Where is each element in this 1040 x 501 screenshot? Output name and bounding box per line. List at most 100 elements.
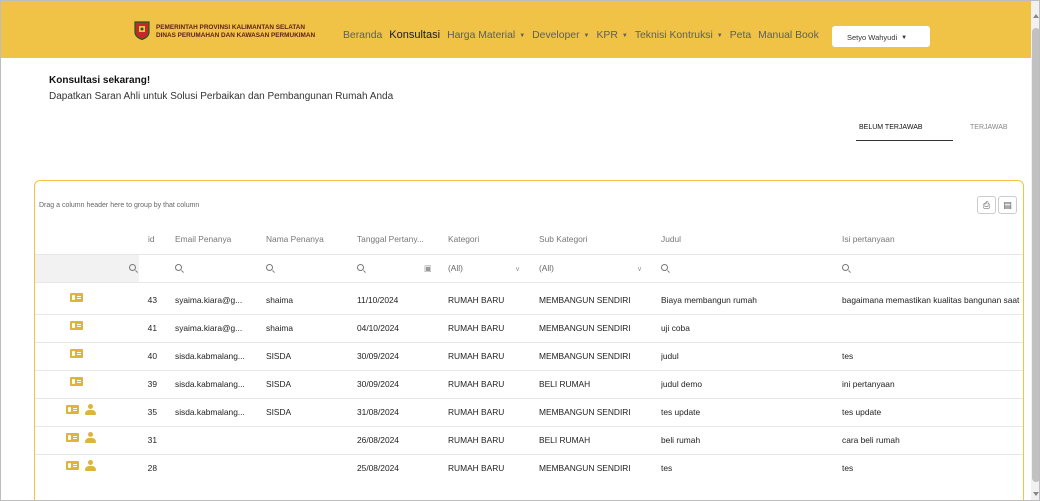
cell-judul: Biaya membangun rumah — [661, 295, 757, 305]
cell-id: 35 — [147, 407, 157, 417]
contact-card-icon[interactable] — [66, 433, 79, 442]
chevron-down-icon: ∨ — [637, 266, 643, 273]
menu-harga-material-label: Harga Material — [447, 30, 516, 41]
cell-judul: judul — [661, 351, 679, 361]
filter-subkategori-value: (All) — [539, 263, 554, 273]
menu-developer[interactable]: Developer ▼ — [532, 30, 589, 41]
menu-peta[interactable]: Peta — [730, 30, 751, 41]
menu-konsultasi[interactable]: Konsultasi — [389, 29, 440, 41]
tab-terjawab[interactable]: TERJAWAB — [970, 124, 1008, 131]
cell-isi: ini pertanyaan — [842, 379, 895, 389]
contact-card-icon[interactable] — [70, 293, 83, 302]
column-chooser-icon[interactable]: ▤ — [998, 196, 1017, 214]
contact-card-icon[interactable] — [70, 321, 83, 330]
col-header-id[interactable]: id — [148, 234, 155, 244]
search-icon — [129, 264, 136, 271]
cell-nama: SISDA — [266, 351, 292, 361]
cell-tanggal: 26/08/2024 — [357, 435, 399, 445]
table-row[interactable]: 35 sisda.kabmalang... SISDA 31/08/2024 RUMAH… — [35, 398, 1023, 426]
cell-sub: MEMBANGUN SENDIRI — [539, 407, 631, 417]
cell-judul: judul demo — [661, 379, 702, 389]
contact-card-icon[interactable] — [66, 405, 79, 414]
col-header-subkategori[interactable]: Sub Kategori — [539, 234, 587, 244]
brand-text[interactable]: PEMERINTAH PROVINSI KALIMANTAN SELATAN D… — [156, 24, 315, 40]
cell-isi: tes — [842, 351, 854, 361]
cell-nama: shaima — [266, 323, 293, 333]
cell-tanggal: 25/08/2024 — [357, 463, 399, 473]
filter-tanggal[interactable] — [357, 255, 364, 282]
cell-judul: tes — [661, 463, 673, 473]
cell-kategori: RUMAH BARU — [448, 323, 505, 333]
table-row[interactable]: 31 26/08/2024 RUMAH BARU BELI RUMAH beli rum… — [35, 426, 1023, 454]
cell-isi: tes — [842, 463, 854, 473]
filter-kategori-dropdown[interactable]: ∨ — [515, 255, 520, 282]
cell-kategori: RUMAH BARU — [448, 407, 505, 417]
filter-isi[interactable] — [842, 255, 849, 282]
page-scrollbar[interactable] — [1031, 1, 1039, 500]
menu-manual-book[interactable]: Manual Book — [758, 30, 819, 41]
col-header-judul[interactable]: Judul — [661, 234, 681, 244]
filter-id[interactable] — [129, 255, 136, 282]
filter-kategori-value: (All) — [448, 263, 463, 273]
cell-kategori: RUMAH BARU — [448, 463, 505, 473]
caret-down-icon: ▼ — [621, 33, 628, 39]
chevron-down-icon: ∨ — [515, 266, 521, 273]
search-icon — [357, 264, 364, 271]
person-icon[interactable] — [85, 404, 96, 415]
calendar-icon[interactable]: ▣ — [424, 255, 432, 282]
caret-down-icon: ▼ — [583, 33, 590, 39]
cell-nama: SISDA — [266, 407, 292, 417]
app-window: PEMERINTAH PROVINSI KALIMANTAN SELATAN D… — [0, 0, 1040, 501]
col-header-nama[interactable]: Nama Penanya — [266, 234, 324, 244]
search-icon — [266, 264, 273, 271]
menu-harga-material[interactable]: Harga Material ▼ — [447, 30, 525, 41]
filter-judul[interactable] — [661, 255, 668, 282]
col-header-kategori[interactable]: Kategori — [448, 234, 479, 244]
person-icon[interactable] — [85, 432, 96, 443]
cell-email: syaima.kiara@g... — [175, 323, 243, 333]
table-row[interactable]: 28 25/08/2024 RUMAH BARU MEMBANGUN SENDIRI t… — [35, 454, 1023, 482]
menu-kpr-label: KPR — [596, 30, 618, 41]
table-row[interactable]: 41 syaima.kiara@g... shaima 04/10/2024 RUMAH… — [35, 314, 1023, 342]
cell-sub: BELI RUMAH — [539, 435, 591, 445]
table-row[interactable]: 43 syaima.kiara@g... shaima 11/10/2024 RUMAH… — [35, 286, 1023, 314]
filter-nama[interactable] — [266, 255, 273, 282]
person-icon[interactable] — [85, 460, 96, 471]
menu-beranda[interactable]: Beranda — [343, 30, 382, 41]
contact-card-icon[interactable] — [70, 377, 83, 386]
contact-card-icon[interactable] — [66, 461, 79, 470]
caret-down-icon: ▼ — [901, 35, 908, 41]
export-icon[interactable]: ⎙ — [977, 196, 996, 214]
cell-nama: shaima — [266, 295, 293, 305]
cell-tanggal: 30/09/2024 — [357, 379, 399, 389]
filter-row-bottom-border — [35, 282, 1023, 283]
col-header-isi[interactable]: Isi pertanyaan — [842, 234, 895, 244]
caret-down-icon: ▼ — [716, 33, 723, 39]
scroll-thumb[interactable] — [1032, 28, 1039, 482]
table-row[interactable]: 39 sisda.kabmalang... SISDA 30/09/2024 RUMAH… — [35, 370, 1023, 398]
tab-belum-terjawab[interactable]: BELUM TERJAWAB — [859, 124, 923, 131]
contact-card-icon[interactable] — [70, 349, 83, 358]
cell-judul: beli rumah — [661, 435, 701, 445]
cell-tanggal: 31/08/2024 — [357, 407, 399, 417]
menu-kpr[interactable]: KPR ▼ — [597, 30, 628, 41]
user-menu-button[interactable]: Setyo Wahyudi ▼ — [832, 26, 930, 47]
filter-email[interactable] — [175, 255, 182, 282]
filter-kategori-select[interactable]: (All) — [448, 255, 463, 282]
col-header-email[interactable]: Email Penanya — [175, 234, 231, 244]
search-icon — [175, 264, 182, 271]
cell-id: 39 — [147, 379, 157, 389]
scroll-down-icon[interactable] — [1033, 492, 1039, 496]
menu-teknisi-kontruksi[interactable]: Teknisi Kontruksi ▼ — [635, 30, 723, 41]
table-row[interactable]: 40 sisda.kabmalang... SISDA 30/09/2024 RUMAH… — [35, 342, 1023, 370]
page-subtitle: Dapatkan Saran Ahli untuk Solusi Perbaik… — [49, 91, 394, 102]
filter-subkategori-dropdown[interactable]: ∨ — [637, 255, 642, 282]
brand-line-2: DINAS PERUMAHAN DAN KAWASAN PERMUKIMAN — [156, 32, 316, 39]
search-icon — [661, 264, 668, 271]
user-name: Setyo Wahyudi — [847, 33, 898, 42]
col-header-tanggal[interactable]: Tanggal Pertany... — [357, 234, 424, 244]
group-panel-hint[interactable]: Drag a column header here to group by th… — [39, 202, 199, 209]
filter-subkategori-select[interactable]: (All) — [539, 255, 554, 282]
scroll-up-icon[interactable] — [1033, 14, 1039, 18]
cell-judul: uji coba — [661, 323, 690, 333]
